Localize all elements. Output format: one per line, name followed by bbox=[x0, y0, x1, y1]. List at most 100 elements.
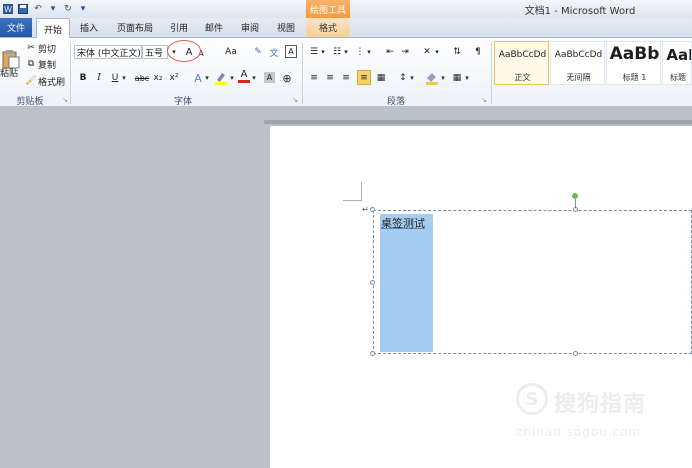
font-name-box[interactable]: 宋体 (中文正文) bbox=[74, 45, 142, 59]
superscript-button[interactable]: x² bbox=[168, 71, 180, 85]
dropdown-arrow-icon[interactable]: ▾ bbox=[47, 3, 59, 15]
borders-icon[interactable]: ▦ bbox=[451, 71, 463, 85]
character-border-icon[interactable]: A bbox=[285, 45, 297, 58]
ribbon-tabs: 文件 开始 插入 页面布局 引用 邮件 审阅 视图 格式 bbox=[0, 18, 692, 39]
text-effects-button[interactable]: A bbox=[192, 71, 204, 85]
tab-file[interactable]: 文件 bbox=[0, 18, 32, 37]
shading-icon[interactable] bbox=[425, 71, 439, 85]
style-preview: AaBb bbox=[609, 44, 660, 64]
italic-button[interactable]: I bbox=[94, 71, 104, 85]
font-size-box[interactable]: 五号 bbox=[142, 45, 168, 59]
character-shading-button[interactable]: A bbox=[264, 72, 275, 83]
resize-handle-bottom-center[interactable] bbox=[573, 351, 578, 356]
format-painter-button[interactable]: 格式刷 bbox=[38, 75, 68, 88]
tab-insert[interactable]: 插入 bbox=[74, 18, 104, 37]
bullets-icon[interactable]: ☰ bbox=[308, 45, 320, 59]
numbering-icon[interactable]: ☷ bbox=[331, 45, 343, 59]
tab-review[interactable]: 审阅 bbox=[234, 18, 266, 37]
chinese-layout-icon[interactable]: ✕ bbox=[420, 45, 434, 59]
undo-icon[interactable]: ↶ bbox=[32, 3, 44, 15]
increase-indent-icon[interactable]: ⇥ bbox=[399, 45, 411, 59]
tab-references[interactable]: 引用 bbox=[164, 18, 194, 37]
style-heading-1[interactable]: AaBb 标题 1 bbox=[606, 41, 661, 85]
clear-formatting-icon[interactable]: ✎ bbox=[252, 45, 264, 59]
multilevel-list-icon[interactable]: ⋮ bbox=[354, 45, 366, 59]
svg-text:W: W bbox=[4, 5, 12, 14]
resize-handle-top-left[interactable] bbox=[370, 207, 375, 212]
word-logo-icon[interactable]: W bbox=[2, 3, 14, 15]
multilevel-dropdown-icon[interactable]: ▾ bbox=[366, 45, 372, 59]
group-separator bbox=[491, 42, 492, 104]
bold-button[interactable]: B bbox=[78, 71, 88, 85]
font-color-dropdown-icon[interactable]: ▾ bbox=[251, 71, 257, 85]
tab-mailings[interactable]: 邮件 bbox=[198, 18, 230, 37]
copy-button[interactable]: 复制 bbox=[38, 58, 60, 71]
sort-icon[interactable]: ⇅ bbox=[451, 45, 463, 59]
crop-mark bbox=[343, 182, 362, 201]
tab-page-layout[interactable]: 页面布局 bbox=[110, 18, 160, 37]
selected-text-column[interactable]: 桌签测试 bbox=[380, 214, 433, 352]
resize-handle-top-center[interactable] bbox=[573, 207, 578, 212]
phonetic-guide-icon[interactable]: 文 bbox=[268, 45, 280, 59]
style-preview: AaB bbox=[666, 46, 691, 64]
save-icon[interactable] bbox=[17, 3, 29, 15]
styles-gallery: AaBbCcDd 正文 AaBbCcDd 无间隔 AaBb 标题 1 AaB 标… bbox=[494, 41, 692, 89]
font-color-button[interactable]: A bbox=[238, 69, 250, 83]
highlight-color-icon[interactable] bbox=[214, 71, 228, 85]
watermark-url: zhinan.sogou.com bbox=[516, 425, 642, 439]
tab-format[interactable]: 格式 bbox=[306, 18, 350, 37]
change-case-button[interactable]: Aa bbox=[222, 45, 240, 59]
bullets-dropdown-icon[interactable]: ▾ bbox=[320, 45, 326, 59]
style-no-spacing[interactable]: AaBbCcDd 无间隔 bbox=[550, 41, 605, 85]
paragraph-mark: ↵ bbox=[362, 205, 369, 214]
tab-view[interactable]: 视图 bbox=[270, 18, 302, 37]
textbox-text: 桌签测试 bbox=[381, 217, 425, 230]
window-title: 文档1 - Microsoft Word bbox=[524, 6, 636, 17]
distributed-icon[interactable]: ▦ bbox=[375, 71, 387, 85]
enclose-characters-icon[interactable]: ⊕ bbox=[281, 71, 293, 85]
align-left-icon[interactable]: ≡ bbox=[308, 71, 320, 85]
shading-dropdown-icon[interactable]: ▾ bbox=[440, 71, 446, 85]
style-title[interactable]: AaB 标题 bbox=[662, 41, 692, 85]
line-spacing-dropdown-icon[interactable]: ▾ bbox=[409, 71, 415, 85]
style-name: 无间隔 bbox=[566, 73, 591, 82]
style-normal[interactable]: AaBbCcDd 正文 bbox=[494, 41, 549, 85]
sogou-logo: S bbox=[516, 383, 548, 415]
customize-icon[interactable]: ▾ bbox=[77, 3, 89, 15]
redo-icon[interactable]: ↻ bbox=[62, 3, 74, 15]
line-spacing-icon[interactable]: ↕ bbox=[397, 71, 409, 85]
align-center-icon[interactable]: ≡ bbox=[324, 71, 336, 85]
title-bar: W ↶ ▾ ↻ ▾ 绘图工具 文档1 - Microsoft Word bbox=[0, 0, 692, 18]
justify-icon[interactable]: ≡ bbox=[357, 70, 371, 85]
show-marks-icon[interactable]: ¶ bbox=[473, 45, 483, 59]
subscript-button[interactable]: x₂ bbox=[152, 71, 164, 85]
format-painter-icon: 🖌 bbox=[25, 76, 37, 86]
page-shadow bbox=[264, 120, 692, 124]
align-right-icon[interactable]: ≡ bbox=[340, 71, 352, 85]
cut-button[interactable]: 剪切 bbox=[38, 42, 60, 55]
style-name: 标题 1 bbox=[622, 73, 647, 82]
highlight-dropdown-icon[interactable]: ▾ bbox=[229, 71, 235, 85]
underline-button[interactable]: U bbox=[110, 71, 120, 85]
tab-home[interactable]: 开始 bbox=[36, 18, 70, 39]
strikethrough-button[interactable]: abc bbox=[134, 71, 150, 85]
decrease-indent-icon[interactable]: ⇤ bbox=[384, 45, 396, 59]
chinese-layout-dropdown-icon[interactable]: ▾ bbox=[434, 45, 440, 59]
quick-access-toolbar: W ↶ ▾ ↻ ▾ bbox=[0, 1, 89, 17]
resize-handle-middle-left[interactable] bbox=[370, 280, 375, 285]
numbering-dropdown-icon[interactable]: ▾ bbox=[343, 45, 349, 59]
ribbon: 粘贴 ✂ 剪切 ⧉ 复制 🖌 格式刷 剪贴板 ↘ 宋体 (中文正文) 五号 ▾ … bbox=[0, 38, 692, 107]
style-preview: AaBbCcDd bbox=[554, 50, 603, 60]
font-group-label: 字体 bbox=[173, 97, 192, 107]
style-name: 标题 bbox=[670, 73, 686, 82]
resize-handle-bottom-left[interactable] bbox=[370, 351, 375, 356]
underline-dropdown-icon[interactable]: ▾ bbox=[121, 71, 127, 85]
drawing-tools-label: 绘图工具 bbox=[306, 0, 350, 18]
dialog-launcher-icon[interactable]: ↘ bbox=[61, 95, 69, 104]
annotation-circle bbox=[167, 40, 201, 62]
text-effects-dropdown-icon[interactable]: ▾ bbox=[204, 71, 210, 85]
dialog-launcher-icon[interactable]: ↘ bbox=[291, 95, 299, 104]
sogou-watermark: S 搜狗指南 zhinan.sogou.com bbox=[516, 383, 676, 443]
borders-dropdown-icon[interactable]: ▾ bbox=[464, 71, 470, 85]
dialog-launcher-icon[interactable]: ↘ bbox=[480, 95, 488, 104]
